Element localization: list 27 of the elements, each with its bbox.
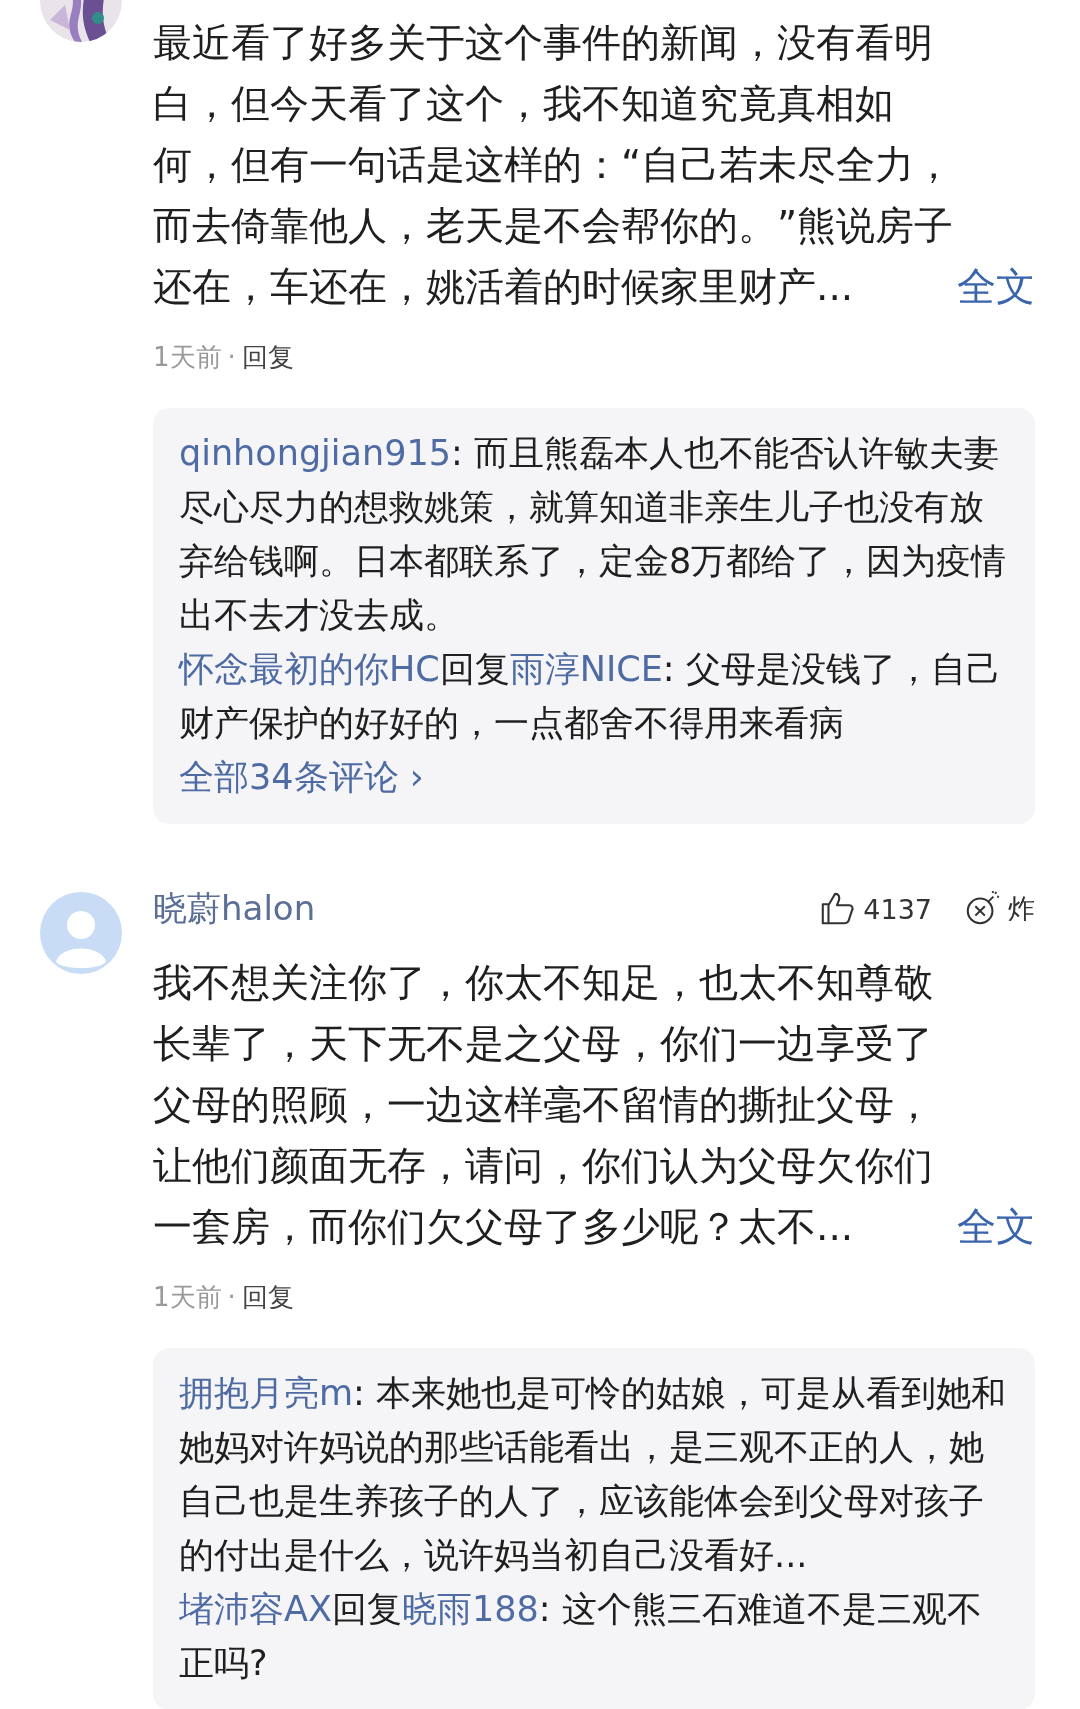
reply-author-link[interactable]: 晓雨188 [401,1589,539,1629]
reply-author-link[interactable]: 拥抱月亮m [179,1373,354,1413]
comment-text: 最近看了好多关于这个事件的新闻，没有看明白，但今天看了这个，我不知道究竟真相如何，但有一句话是这样的：“自己若未尽全力，而去倚靠他人，老天是不会帮你的。”熊说房子还在，车还在，姚活着的时候家里财产... [153,19,955,311]
comment-text: 我不想关注你了，你太不知足，也太不知尊敬长辈了，天下无不是之父母，你们一边享受了父母的照顾，一边这样毫不留情的撕扯父母，让他们颜面无存，请问，你们认为父母欠你们一套房，而你们欠父母了多少呢？太不... [153,959,934,1251]
reply-link[interactable]: 回复 [241,339,294,375]
bomb-icon [964,891,1000,927]
separator-dot: · [227,341,236,374]
timestamp: 1天前 [153,341,222,374]
reply-author-link[interactable]: qinhongjian915 [179,433,451,473]
reply-text: 拥抱月亮m: 本来她也是可怜的姑娘，可是从看到她和她妈对许妈说的那些话能看出，是三观不正的人，她自己也是生养孩子的人了，应该能体会到父母对孩子的付出是什么，说许妈当初自己没看好... [179,1372,1008,1577]
reply-text: 堵沛容AX回复晓雨188: 这个熊三石难道不是三观不正吗? [179,1588,983,1685]
reply-author-link[interactable]: 怀念最初的你HC [179,649,440,689]
reply-text: 怀念最初的你HC回复雨淳NICE: 父母是没钱了，自己财产保护的好好的，一点都舍不得用来看病 [179,648,1002,745]
view-all-link[interactable]: 全部34条评论 › [179,750,424,804]
reply-text: qinhongjian915: 而且熊磊本人也不能否认许敏夫妻尽心尽力的想救姚策，就算知道非亲生儿子也没有放弃给钱啊。日本都联系了，定金8万都给了，因为疫情出不去才没去成。 [179,432,1008,637]
bomb-button[interactable]: 炸 [964,891,1035,927]
reply-author-link[interactable]: 雨淳NICE [509,649,663,689]
expand-link[interactable]: 全文 [957,256,1035,317]
separator-dot: · [227,1281,236,1314]
avatar-icon [40,892,122,974]
reply-author-link[interactable]: 堵沛容AX [179,1589,332,1629]
username[interactable]: 晓蔚halon [153,886,316,932]
expand-link[interactable]: 全文 [957,1196,1035,1257]
reply-link[interactable]: 回复 [241,1279,294,1315]
timestamp: 1天前 [153,1281,222,1314]
like-button[interactable]: 4137 [819,891,932,927]
thumbs-up-icon [819,891,856,927]
